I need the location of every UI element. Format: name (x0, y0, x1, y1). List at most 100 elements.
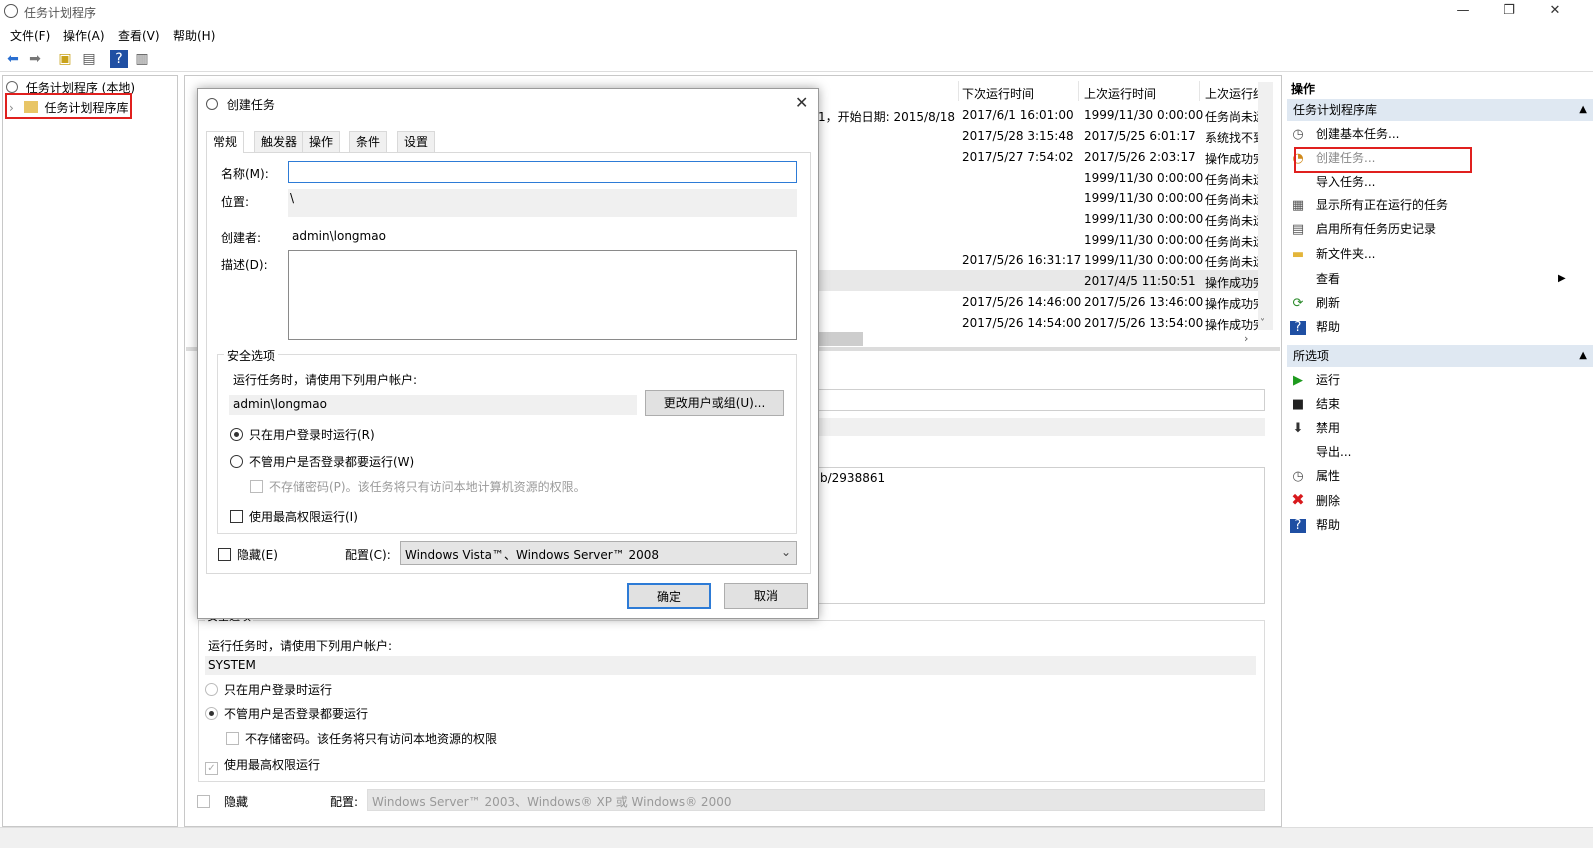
action-label: 运行 (1316, 373, 1341, 387)
action-pane-icon[interactable]: ▥ (133, 50, 151, 68)
action-label: 结束 (1316, 397, 1341, 411)
bg-location-field (818, 418, 1265, 436)
folder-icon: ▬ (1291, 247, 1305, 262)
security-options-title: 安全选项 (224, 347, 279, 364)
horizontal-scrollbar-thumb[interactable] (818, 332, 863, 346)
help-icon[interactable]: ? (110, 50, 128, 68)
ok-button[interactable]: 确定 (627, 583, 711, 609)
menu-help[interactable]: 帮助(H) (173, 27, 215, 44)
cancel-button[interactable]: 取消 (724, 583, 808, 609)
tab-general[interactable]: 常规 (206, 131, 245, 153)
action-properties[interactable]: ◷ 属性 (1290, 465, 1340, 487)
action-import-task[interactable]: 导入任务... (1290, 171, 1375, 193)
task-list-scrollbar[interactable] (1258, 82, 1273, 330)
action-label: 帮助 (1316, 518, 1341, 532)
bg-opt-always: 不管用户是否登录都要运行 (205, 705, 368, 722)
col-last-run[interactable]: 上次运行时间 (1084, 85, 1156, 102)
section-library[interactable]: 任务计划程序库 ▲ (1287, 99, 1593, 121)
action-disable[interactable]: ⬇ 禁用 (1290, 417, 1340, 439)
action-enable-history[interactable]: ▤ 启用所有任务历史记录 (1290, 218, 1436, 240)
bg-opt-logged-on: 只在用户登录时运行 (205, 681, 332, 698)
bg-opt-logged-on-label: 只在用户登录时运行 (224, 683, 333, 697)
play-icon: ▶ (1293, 373, 1303, 388)
clock-icon (206, 98, 218, 110)
refresh-icon: ⟳ (1292, 296, 1304, 311)
action-export[interactable]: 导出... (1290, 441, 1351, 463)
running-tasks-icon: ▦ (1291, 198, 1305, 213)
minimize-button[interactable]: — (1440, 0, 1486, 24)
folder-up-icon[interactable]: ▣ (56, 50, 74, 68)
cell-last-result: 任务尚未运 (1205, 110, 1259, 124)
change-user-button[interactable]: 更改用户或组(U)... (645, 390, 784, 416)
radio-selected-icon[interactable] (230, 428, 243, 441)
action-create-basic-task[interactable]: ◷ 创建基本任务... (1290, 123, 1399, 145)
highlight-box (1294, 147, 1472, 173)
tab-conditions[interactable]: 条件 (349, 131, 388, 152)
forward-icon[interactable]: ➡ (26, 50, 44, 68)
tab-triggers[interactable]: 触发器 (254, 131, 305, 152)
action-view[interactable]: 查看 ▶ (1290, 268, 1570, 290)
opt-highest[interactable]: 使用最高权限运行(I) (230, 508, 358, 525)
stop-icon: ■ (1291, 397, 1305, 412)
menu-view[interactable]: 查看(V) (118, 27, 160, 44)
tab-settings[interactable]: 设置 (397, 131, 436, 152)
collapse-icon[interactable]: ▲ (1579, 345, 1587, 367)
console-tree-icon[interactable]: ▤ (80, 50, 98, 68)
bg-description-box (818, 467, 1265, 604)
location-label: 位置: (221, 195, 250, 209)
cell-last-result: 操作成功完 (1205, 152, 1259, 166)
collapse-icon[interactable]: ▲ (1579, 99, 1587, 121)
tab-actions[interactable]: 操作 (302, 131, 341, 152)
bg-description-text: b/2938861 (820, 471, 886, 485)
action-help-selected[interactable]: ? 帮助 (1290, 514, 1340, 536)
column-divider (958, 81, 959, 101)
menu-file[interactable]: 文件(F) (10, 27, 50, 44)
run-as-user: admin\longmao (233, 397, 327, 411)
action-refresh[interactable]: ⟳ 刷新 (1290, 292, 1340, 314)
name-input[interactable] (288, 161, 797, 183)
action-run[interactable]: ▶ 运行 (1290, 369, 1340, 391)
cell-next-run: 2017/5/26 14:46:00 (962, 295, 1082, 309)
action-delete[interactable]: ✖ 删除 (1290, 489, 1340, 511)
scroll-right-icon[interactable]: › (1244, 332, 1248, 345)
cell-last-result: 系统找不到 (1205, 131, 1259, 145)
opt-logged-on-label: 只在用户登录时运行(R) (249, 428, 375, 442)
help-icon: ? (1290, 519, 1306, 533)
opt-logged-on[interactable]: 只在用户登录时运行(R) (230, 426, 375, 443)
opt-always[interactable]: 不管用户是否登录都要运行(W) (230, 453, 414, 470)
config-select[interactable]: Windows Vista™、Windows Server™ 2008 ⌄ (400, 541, 797, 565)
checkbox-icon[interactable] (230, 510, 243, 523)
action-label: 导出... (1316, 445, 1352, 459)
cell-last-run: 1999/11/30 0:00:00 (1084, 253, 1204, 267)
bg-config-select: Windows Server™ 2003、Windows® XP 或 Windo… (367, 789, 1265, 811)
action-help[interactable]: ? 帮助 (1290, 316, 1340, 338)
menu-action[interactable]: 操作(A) (63, 27, 105, 44)
restore-button[interactable]: ❐ (1486, 0, 1532, 24)
section-selected[interactable]: 所选项 ▲ (1287, 345, 1593, 367)
action-label: 导入任务... (1316, 175, 1376, 189)
column-divider (1199, 81, 1200, 101)
action-end[interactable]: ■ 结束 (1290, 393, 1340, 415)
radio-icon[interactable] (230, 455, 243, 468)
action-new-folder[interactable]: ▬ 新文件夹... (1290, 243, 1376, 265)
checkbox-icon[interactable] (218, 548, 231, 561)
action-label: 删除 (1316, 494, 1341, 508)
scroll-down-icon[interactable]: ˅ (1260, 318, 1265, 329)
hidden-option[interactable]: 隐藏(E) (218, 546, 278, 563)
back-icon[interactable]: ⬅ (4, 50, 22, 68)
description-textarea[interactable] (288, 250, 797, 340)
checkbox-icon (226, 732, 239, 745)
action-show-running[interactable]: ▦ 显示所有正在运行的任务 (1290, 194, 1448, 216)
cell-last-result: 任务尚未运 (1205, 235, 1259, 249)
close-window-button[interactable]: ✕ (1532, 0, 1578, 24)
chevron-down-icon[interactable]: ⌄ (781, 545, 791, 559)
location-field (288, 189, 797, 217)
col-next-run[interactable]: 下次运行时间 (962, 85, 1034, 102)
console-tree (2, 75, 178, 827)
cell-last-result: 任务尚未运 (1205, 193, 1259, 207)
bg-opt-highest-label: 使用最高权限运行 (224, 758, 321, 772)
author-label: 创建者: (221, 231, 262, 245)
cell-last-result: 任务尚未运 (1205, 173, 1259, 187)
dialog-close-icon[interactable]: ✕ (795, 93, 808, 112)
col-last-result[interactable]: 上次运行结 (1205, 85, 1260, 102)
